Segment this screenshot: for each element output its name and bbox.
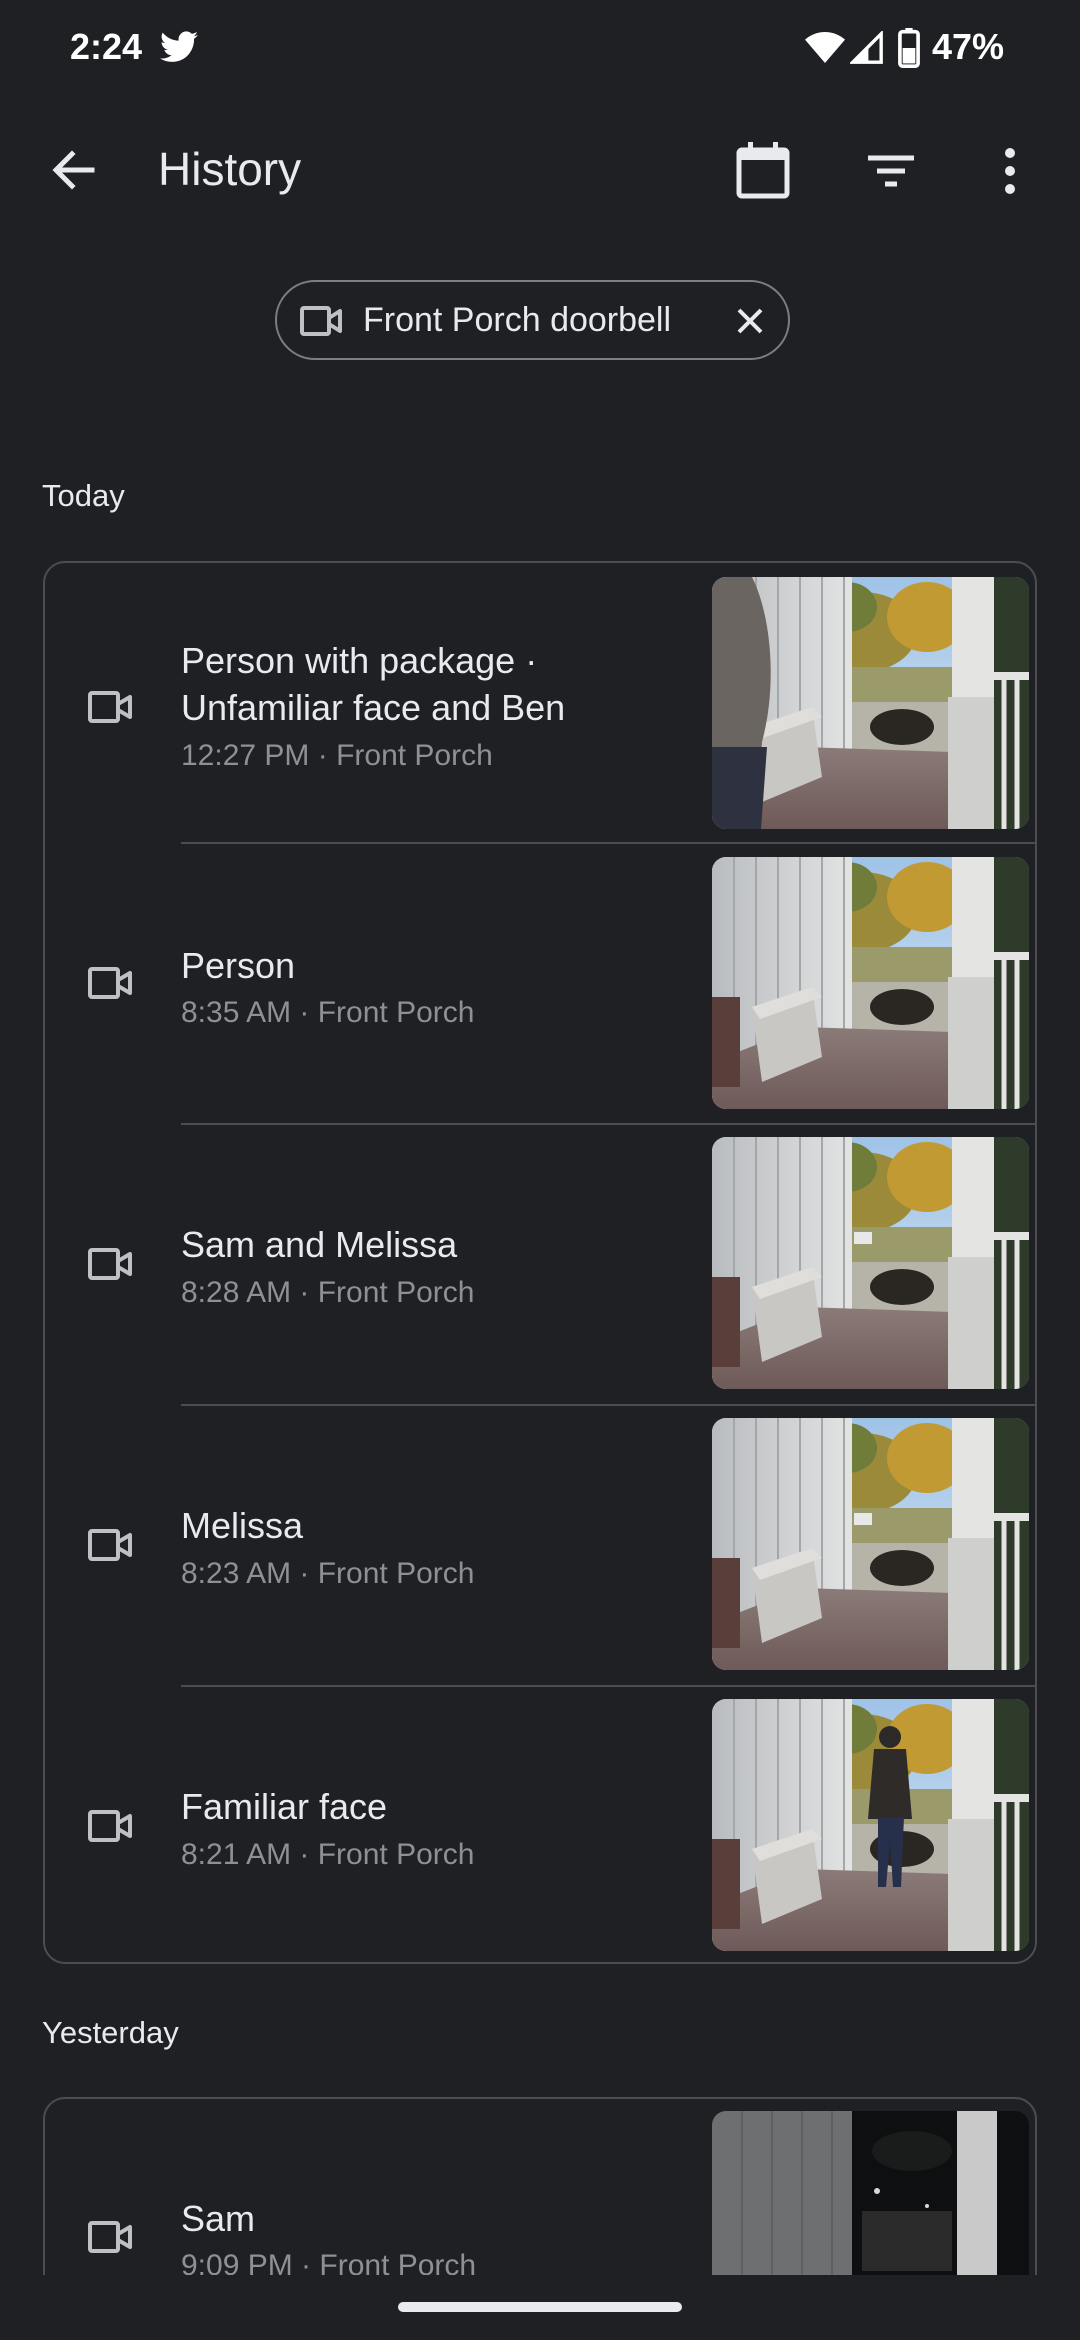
videocam-icon (88, 2221, 132, 2253)
event-title: Sam and Melissa (181, 1224, 458, 1265)
event-subtitle: 8:23 AM · Front Porch (181, 1557, 475, 1590)
event-item[interactable]: Sam 9:09 PM · Front Porch (45, 2099, 1035, 2275)
event-item[interactable]: Familiar face 8:21 AM · Front Porch (45, 1687, 1037, 1964)
videocam-icon (88, 1810, 132, 1842)
gesture-nav-bar[interactable] (398, 2302, 682, 2312)
event-item[interactable]: Person 8:35 AM · Front Porch (45, 844, 1037, 1123)
events-card-yesterday: Sam 9:09 PM · Front Porch (43, 2097, 1037, 2275)
event-subtitle: 9:09 PM · Front Porch (181, 2249, 477, 2275)
event-item[interactable]: Sam and Melissa 8:28 AM · Front Porch (45, 1125, 1037, 1404)
event-subtitle: 8:21 AM · Front Porch (181, 1838, 475, 1871)
event-thumbnail[interactable] (712, 1137, 1029, 1389)
videocam-icon (88, 1248, 132, 1280)
event-subtitle: 8:35 AM · Front Porch (181, 996, 475, 1029)
event-thumbnail[interactable] (712, 2111, 1029, 2275)
event-title: Familiar face (181, 1786, 388, 1827)
videocam-icon (88, 691, 132, 723)
event-title: Melissa (181, 1505, 304, 1546)
event-title: Person with package · Unfamiliar face an… (181, 640, 566, 728)
videocam-icon (88, 967, 132, 999)
event-title: Sam (181, 2198, 256, 2239)
event-thumbnail[interactable] (712, 577, 1029, 829)
section-label-yesterday: Yesterday (42, 2015, 179, 2050)
events-card-today: Person with package · Unfamiliar face an… (43, 561, 1037, 1964)
section-label-today: Today (42, 478, 125, 513)
event-item[interactable]: Person with package · Unfamiliar face an… (45, 563, 1037, 842)
videocam-icon (88, 1529, 132, 1561)
event-subtitle: 8:28 AM · Front Porch (181, 1276, 475, 1309)
event-thumbnail[interactable] (712, 1418, 1029, 1670)
event-thumbnail[interactable] (712, 1699, 1029, 1951)
event-subtitle: 12:27 PM · Front Porch (181, 739, 493, 772)
event-title: Person (181, 945, 296, 986)
history-list[interactable]: Today Person with package · Unfamiliar f… (0, 0, 1080, 2275)
event-item[interactable]: Melissa 8:23 AM · Front Porch (45, 1406, 1037, 1685)
event-thumbnail[interactable] (712, 857, 1029, 1109)
